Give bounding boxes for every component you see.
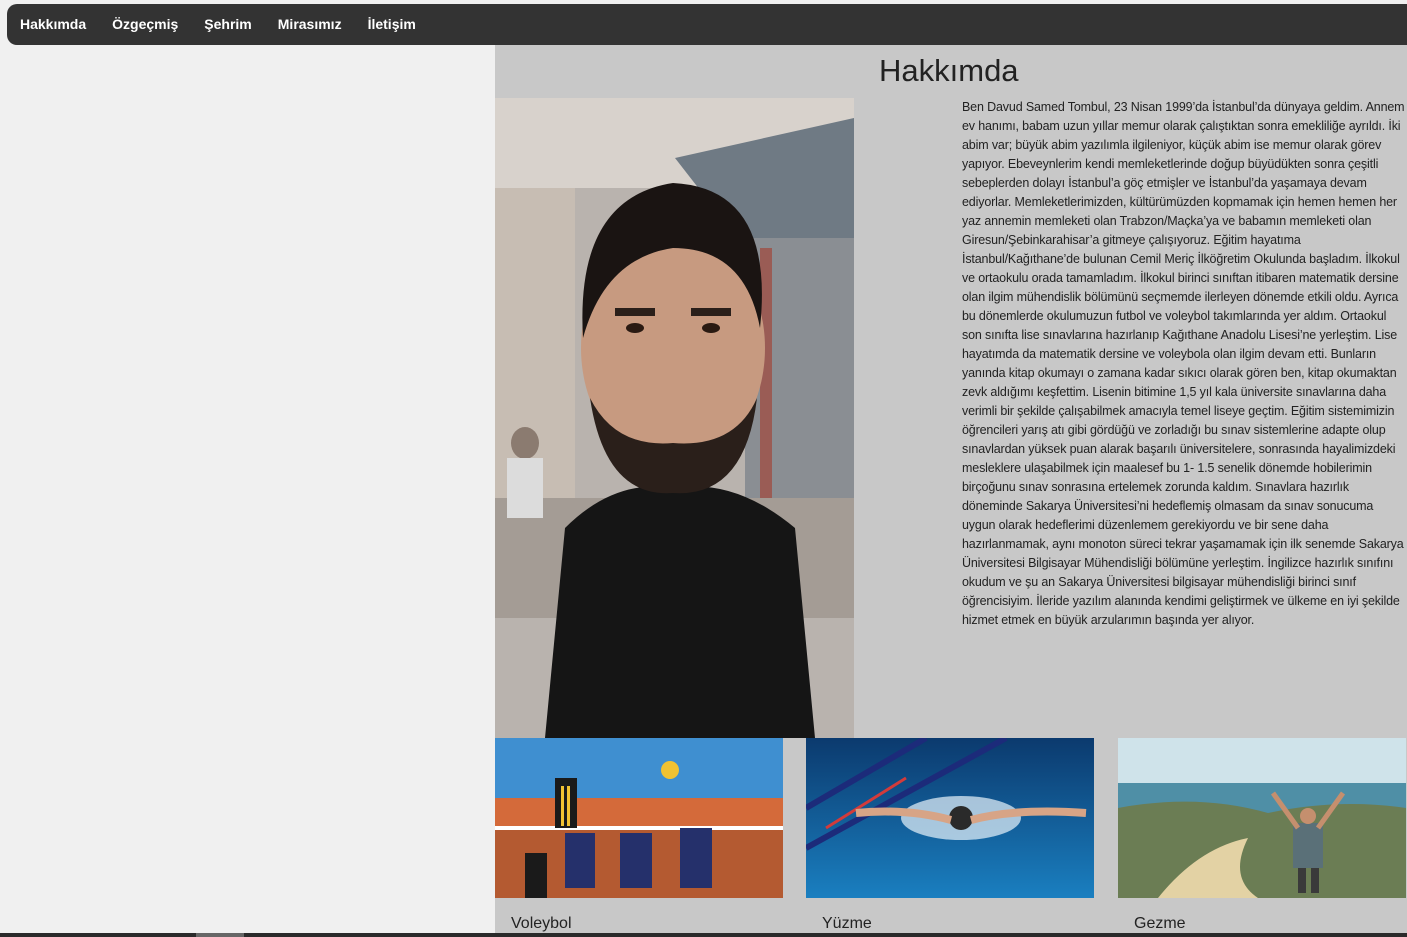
swimming-photo <box>806 738 1094 898</box>
volleyball-photo <box>495 738 783 898</box>
nav-item-sehrim[interactable]: Şehrim <box>191 4 264 45</box>
nav-item-hakkimda[interactable]: Hakkımda <box>7 4 99 45</box>
nav-item-mirasimiz[interactable]: Mirasımız <box>265 4 355 45</box>
hobby-card-gezme[interactable]: Gezme <box>1118 738 1406 933</box>
scrollbar-thumb[interactable] <box>196 933 244 937</box>
nav-item-ozgecmis[interactable]: Özgeçmiş <box>99 4 191 45</box>
about-paragraph: Ben Davud Samed Tombul, 23 Nisan 1999’da… <box>962 100 1405 627</box>
about-section: Hakkımda Ben Davud Samed Tombul, 23 Nisa… <box>495 45 1407 933</box>
travel-photo <box>1118 738 1406 898</box>
top-navbar: Hakkımda Özgeçmiş Şehrim Mirasımız İleti… <box>7 4 1407 45</box>
nav-list: Hakkımda Özgeçmiş Şehrim Mirasımız İleti… <box>7 4 1407 45</box>
hobby-caption: Voleybol <box>511 915 572 932</box>
nav-item-iletisim[interactable]: İletişim <box>355 4 429 45</box>
hobby-caption: Gezme <box>1134 915 1186 932</box>
hobby-card-voleybol[interactable]: Voleybol <box>495 738 783 933</box>
portrait-photo <box>495 98 854 738</box>
page-title: Hakkımda <box>879 53 1019 88</box>
hobby-card-yuzme[interactable]: Yüzme <box>806 738 1094 933</box>
hobby-caption: Yüzme <box>822 915 872 932</box>
